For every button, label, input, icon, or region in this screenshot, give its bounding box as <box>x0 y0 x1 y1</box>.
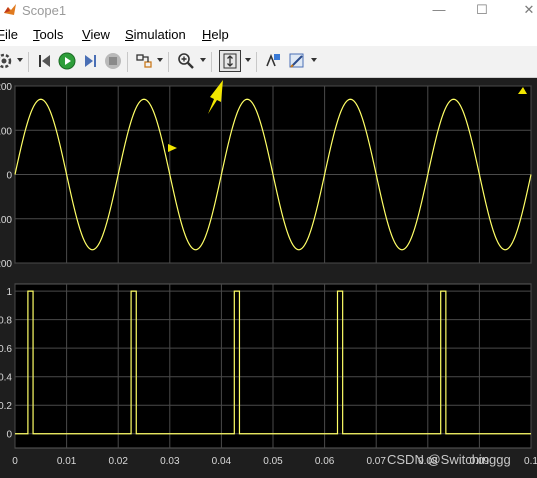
autoscale-button[interactable] <box>219 50 241 72</box>
toolbar-separator <box>256 52 257 72</box>
menu-tools[interactable]: Tools <box>33 27 63 43</box>
style-dropdown-arrow[interactable] <box>311 58 317 62</box>
x-tick-label: 0.05 <box>263 456 283 467</box>
y-tick-label: 0.4 <box>0 373 12 384</box>
menu-file-rest: ile <box>4 27 18 42</box>
step-forward-icon[interactable] <box>80 51 100 71</box>
x-tick-label: 0.01 <box>57 456 77 467</box>
menu-simulation-mnemonic: S <box>125 27 134 42</box>
settings-icon[interactable] <box>0 51 14 71</box>
y-tick-label: 200 <box>0 259 12 270</box>
toolbar-separator <box>211 52 212 72</box>
y-tick-label: 200 <box>0 82 12 93</box>
toolbar-separator <box>168 52 169 72</box>
y-tick-label: 0.6 <box>0 344 12 355</box>
x-tick-label: 0.07 <box>366 456 386 467</box>
menu-tools-rest: ools <box>39 27 64 42</box>
plot-area: 200 100 0 100 200 1 0.8 0.6 0.4 0.2 0 0 0.01 0.02 0.0… <box>0 78 537 478</box>
watermark: CSDN @Switchinggg <box>387 452 511 467</box>
style-icon[interactable] <box>287 51 307 71</box>
zoom-dropdown-arrow[interactable] <box>200 58 206 62</box>
axes-top[interactable]: 200 100 0 100 200 <box>0 82 532 270</box>
menu-view[interactable]: View <box>82 27 110 43</box>
autoscale-icon <box>223 53 237 69</box>
x-tick-label: 0.06 <box>315 456 335 467</box>
toolbar <box>0 46 537 78</box>
menu-help-rest: elp <box>211 27 229 42</box>
stop-icon[interactable] <box>103 51 123 71</box>
highlight-icon[interactable] <box>263 51 283 71</box>
y-tick-label: 0.8 <box>0 316 12 327</box>
x-tick-label: 0.04 <box>212 456 232 467</box>
close-button[interactable]: ✕ <box>514 1 537 21</box>
settings-dropdown-arrow[interactable] <box>17 58 23 62</box>
x-tick-label: 0.02 <box>108 456 128 467</box>
matlab-icon <box>4 4 16 15</box>
x-tick-label: 0 <box>12 456 18 467</box>
zoom-icon[interactable] <box>176 51 196 71</box>
toolbar-separator <box>127 52 128 72</box>
menu-help-mnemonic: H <box>202 27 212 42</box>
title-bar: Scope1 — ☐ ✕ <box>0 0 537 22</box>
x-tick-label: 0.1 <box>524 456 537 467</box>
menu-file[interactable]: File <box>0 27 18 43</box>
window-title: Scope1 <box>22 3 67 18</box>
y-tick-label: 1 <box>6 287 12 298</box>
toolbar-separator <box>28 52 29 72</box>
run-icon[interactable] <box>57 51 77 71</box>
y-tick-label: 100 <box>0 126 12 137</box>
signal-selector-dropdown-arrow[interactable] <box>157 58 163 62</box>
scope-plots: 200 100 0 100 200 1 0.8 0.6 0.4 0.2 0 0 0.01 0.02 0.0… <box>0 80 537 467</box>
x-tick-label: 0.03 <box>160 456 180 467</box>
menu-bar: File Tools View Simulation Help <box>0 22 537 46</box>
scope-window: Scope1 — ☐ ✕ File Tools View Simulation … <box>0 0 537 478</box>
menu-simulation[interactable]: Simulation <box>125 27 186 43</box>
y-tick-label: 0 <box>6 430 12 441</box>
y-tick-label: 100 <box>0 215 12 226</box>
signal-selector-icon[interactable] <box>134 51 154 71</box>
y-tick-label: 0.2 <box>0 401 12 412</box>
menu-simulation-rest: imulation <box>133 27 186 42</box>
step-back-icon[interactable] <box>35 51 55 71</box>
menu-view-rest: iew <box>90 27 110 42</box>
minimize-button[interactable]: — <box>424 1 454 21</box>
autoscale-dropdown-arrow[interactable] <box>245 58 251 62</box>
y-tick-label: 0 <box>6 171 12 182</box>
menu-help[interactable]: Help <box>202 27 229 43</box>
axes-bottom[interactable]: 1 0.8 0.6 0.4 0.2 0 0 0.01 0.02 0.03 0.04 0.05 0.06 0… <box>0 283 537 467</box>
maximize-button[interactable]: ☐ <box>467 1 497 21</box>
